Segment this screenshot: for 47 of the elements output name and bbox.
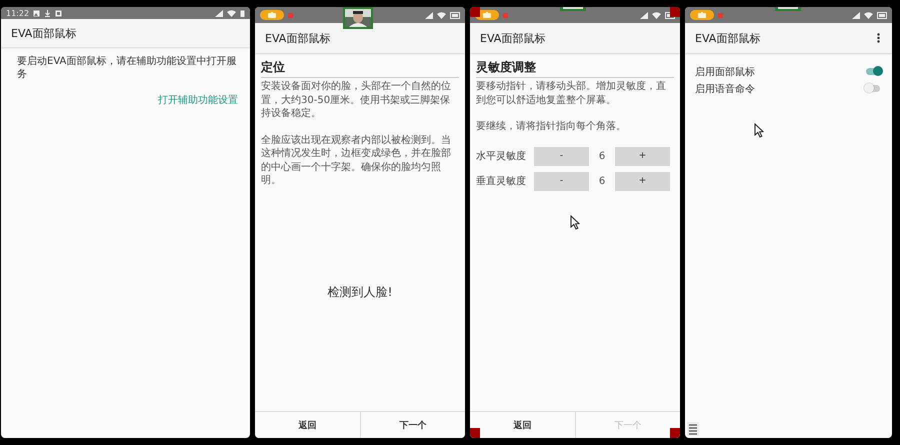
switch-label: 启用语音命令: [695, 82, 755, 96]
app-title: EVA面部鼠标: [11, 26, 76, 40]
camera-icon: [698, 12, 706, 18]
signal-icon: [852, 12, 860, 18]
status-time: 11:22: [6, 8, 30, 18]
square-icon: [55, 10, 62, 16]
signal-icon: [215, 10, 223, 16]
setting-value: 6: [598, 176, 606, 186]
toggle-switch[interactable]: [866, 68, 880, 75]
wifi-icon: [652, 12, 661, 18]
instruction-text: 要移动指针，请移动头部。增加灵敏度，直到您可以舒适地复盖整个屏幕。: [476, 80, 667, 107]
next-button[interactable]: 下一个: [360, 412, 465, 438]
camera-preview-edge: [560, 7, 586, 11]
camera-preview-edge: [775, 7, 801, 11]
wifi-icon: [864, 12, 873, 18]
switch-label: 启用面部鼠标: [695, 66, 755, 78]
app-title: EVA面部鼠标: [695, 30, 760, 46]
section-heading: 灵敏度调整: [476, 59, 674, 78]
toggle-switch[interactable]: [866, 85, 880, 92]
instruction-text: 全脸应该出现在观察者内部以被检测到。当这种情况发生时，边框变成绿色，并在脸部的中心画一个十字架。确保你的脸均匀照明。: [261, 134, 452, 188]
menu-icon[interactable]: [687, 422, 699, 436]
camera-icon: [483, 12, 491, 18]
setting-label: 垂直灵敏度: [476, 174, 527, 188]
section-heading: 定位: [261, 59, 459, 78]
setting-label: 水平灵敏度: [476, 150, 527, 163]
instruction-text: 要继续，请将指针指向每个角落。: [476, 120, 627, 134]
signal-icon: [640, 12, 648, 18]
battery-icon: [450, 12, 460, 18]
setting-value: 6: [598, 150, 606, 162]
app-title: EVA面部鼠标: [480, 30, 546, 46]
app-title: EVA面部鼠标: [265, 30, 330, 46]
notice-text: 要启动EVA面部鼠标，请在辅助功能设置中打开服务: [17, 55, 238, 81]
wifi-icon: [227, 10, 236, 16]
battery-icon: [877, 12, 887, 18]
signal-icon: [425, 12, 433, 18]
increase-button[interactable]: +: [615, 172, 670, 190]
decrease-button[interactable]: -: [534, 146, 589, 166]
wifi-icon: [437, 12, 446, 18]
battery-icon: [240, 10, 245, 16]
download-icon: [44, 10, 52, 16]
instruction-text: 安装设备面对你的脸，头部在一个自然的位置，大约30-50厘米。使用书架或三脚架保持设备稳定。: [261, 80, 452, 120]
detection-status: 检测到人脸!: [326, 284, 394, 301]
decrease-button[interactable]: -: [534, 172, 589, 190]
camera-icon: [268, 12, 276, 18]
increase-button[interactable]: +: [615, 146, 670, 166]
more-menu-icon[interactable]: [877, 33, 880, 43]
image-icon: [33, 10, 40, 16]
